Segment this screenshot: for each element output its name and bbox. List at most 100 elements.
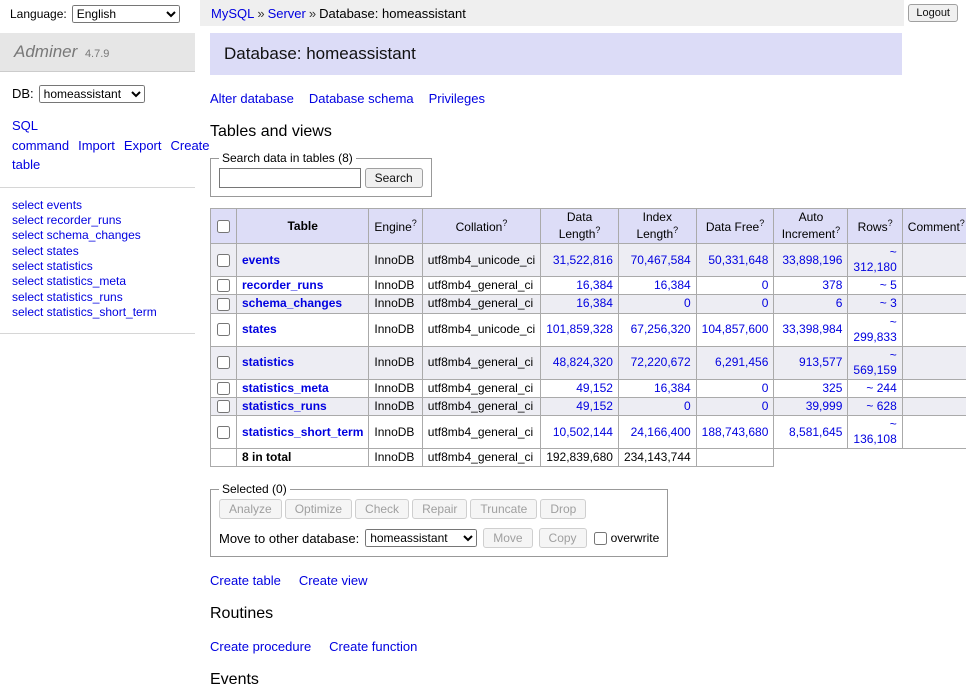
app-logo-link[interactable]: Adminer	[14, 42, 77, 61]
sidebar-action-link[interactable]: SQL command	[12, 118, 69, 153]
data-free-link[interactable]: 188,743,680	[702, 425, 769, 439]
row-checkbox[interactable]	[217, 400, 230, 413]
index-length-link[interactable]: 24,166,400	[631, 425, 691, 439]
row-checkbox[interactable]	[217, 323, 230, 336]
db-select[interactable]: homeassistant	[39, 85, 145, 103]
auto-increment-link[interactable]: 33,398,984	[782, 322, 842, 336]
data-free-link[interactable]: 50,331,648	[708, 253, 768, 267]
data-free-link[interactable]: 0	[762, 296, 769, 310]
move-button[interactable]: Move	[483, 528, 532, 548]
data-free-link[interactable]: 104,857,600	[702, 322, 769, 336]
db-action-link[interactable]: Alter database	[210, 91, 294, 106]
auto-increment-link[interactable]: 913,577	[799, 355, 842, 369]
sidebar-table-link[interactable]: select statistics_meta	[12, 274, 183, 289]
auto-increment-link[interactable]: 378	[822, 278, 842, 292]
data-free-link[interactable]: 6,291,456	[715, 355, 768, 369]
rows-link[interactable]: ~ 244	[866, 381, 896, 395]
rows-link[interactable]: ~ 628	[866, 399, 896, 413]
sidebar-table-link[interactable]: select statistics_short_term	[12, 305, 183, 320]
data-length-link[interactable]: 10,502,144	[553, 425, 613, 439]
auto-increment-link[interactable]: 325	[822, 381, 842, 395]
analyze-button[interactable]: Analyze	[219, 499, 282, 519]
create-link[interactable]: Create table	[210, 573, 281, 588]
move-db-select[interactable]: homeassistant	[365, 529, 477, 547]
index-length-link[interactable]: 16,384	[654, 381, 691, 395]
rows-link[interactable]: ~ 312,180	[853, 245, 896, 274]
table-name-link[interactable]: statistics_short_term	[242, 425, 363, 439]
data-length-link[interactable]: 16,384	[576, 296, 613, 310]
optimize-button[interactable]: Optimize	[285, 499, 352, 519]
row-checkbox[interactable]	[217, 279, 230, 292]
row-checkbox[interactable]	[217, 254, 230, 267]
search-input[interactable]	[219, 168, 361, 188]
table-name-link[interactable]: events	[242, 253, 280, 267]
truncate-button[interactable]: Truncate	[470, 499, 537, 519]
sidebar-table-link[interactable]: select statistics	[12, 259, 183, 274]
repair-button[interactable]: Repair	[412, 499, 467, 519]
index-length-link[interactable]: 16,384	[654, 278, 691, 292]
sidebar-action-link[interactable]: Export	[124, 138, 162, 153]
data-length-link[interactable]: 49,152	[576, 399, 613, 413]
search-fieldset: Search data in tables (8) Search	[210, 151, 432, 197]
data-free-link[interactable]: 0	[762, 399, 769, 413]
copy-button[interactable]: Copy	[539, 528, 587, 548]
sidebar-table-link[interactable]: select statistics_runs	[12, 290, 183, 305]
comment-cell	[902, 313, 966, 346]
drop-button[interactable]: Drop	[540, 499, 586, 519]
index-length-link[interactable]: 0	[684, 399, 691, 413]
table-name-link[interactable]: statistics_runs	[242, 399, 327, 413]
logout-button[interactable]: Logout	[908, 4, 958, 22]
index-length-link[interactable]: 72,220,672	[631, 355, 691, 369]
index-length-link[interactable]: 67,256,320	[631, 322, 691, 336]
table-name-link[interactable]: statistics	[242, 355, 294, 369]
table-row: schema_changesInnoDButf8mb4_general_ci16…	[211, 295, 966, 313]
sidebar-table-link[interactable]: select recorder_runs	[12, 213, 183, 228]
rows-link[interactable]: ~ 3	[880, 296, 897, 310]
auto-increment-link[interactable]: 6	[836, 296, 843, 310]
table-name-cell: statistics_meta	[237, 379, 369, 397]
data-length-link[interactable]: 49,152	[576, 381, 613, 395]
sidebar-action-link[interactable]: Import	[78, 138, 115, 153]
select-all-checkbox[interactable]	[217, 220, 230, 233]
table-name-link[interactable]: schema_changes	[242, 296, 342, 310]
table-name-link[interactable]: recorder_runs	[242, 278, 323, 292]
breadcrumb-link-server[interactable]: Server	[268, 6, 306, 21]
auto-increment-link[interactable]: 33,898,196	[782, 253, 842, 267]
index-length-link[interactable]: 0	[684, 296, 691, 310]
data-length-link[interactable]: 101,859,328	[546, 322, 613, 336]
table-name-link[interactable]: states	[242, 322, 277, 336]
row-checkbox[interactable]	[217, 382, 230, 395]
breadcrumb-link-mysql[interactable]: MySQL	[211, 6, 254, 21]
data-length-link[interactable]: 31,522,816	[553, 253, 613, 267]
index-length-link[interactable]: 70,467,584	[631, 253, 691, 267]
auto-increment-link[interactable]: 39,999	[806, 399, 843, 413]
check-button[interactable]: Check	[355, 499, 409, 519]
data-length-link[interactable]: 16,384	[576, 278, 613, 292]
db-action-link[interactable]: Privileges	[429, 91, 485, 106]
row-checkbox[interactable]	[217, 298, 230, 311]
data-length-link[interactable]: 48,824,320	[553, 355, 613, 369]
rows-link[interactable]: ~ 136,108	[853, 417, 896, 446]
sidebar-table-link[interactable]: select events	[12, 198, 183, 213]
column-header: Engine?	[369, 209, 422, 244]
search-button[interactable]: Search	[365, 168, 423, 188]
rows-link[interactable]: ~ 299,833	[853, 315, 896, 344]
rows-link[interactable]: ~ 569,159	[853, 348, 896, 377]
sidebar-table-link[interactable]: select states	[12, 244, 183, 259]
create-links: Create table Create view	[210, 573, 902, 588]
create-link[interactable]: Create view	[299, 573, 368, 588]
data-free-link[interactable]: 0	[762, 381, 769, 395]
routine-link[interactable]: Create function	[329, 639, 417, 654]
collation-cell: utf8mb4_general_ci	[422, 416, 540, 449]
auto-increment-link[interactable]: 8,581,645	[789, 425, 842, 439]
table-name-link[interactable]: statistics_meta	[242, 381, 329, 395]
db-action-link[interactable]: Database schema	[309, 91, 414, 106]
language-select[interactable]: English	[72, 5, 180, 23]
data-free-link[interactable]: 0	[762, 278, 769, 292]
sidebar-table-link[interactable]: select schema_changes	[12, 228, 183, 243]
rows-link[interactable]: ~ 5	[880, 278, 897, 292]
row-checkbox[interactable]	[217, 356, 230, 369]
row-checkbox[interactable]	[217, 426, 230, 439]
routine-link[interactable]: Create procedure	[210, 639, 311, 654]
language-area: Language:English	[0, 0, 200, 23]
